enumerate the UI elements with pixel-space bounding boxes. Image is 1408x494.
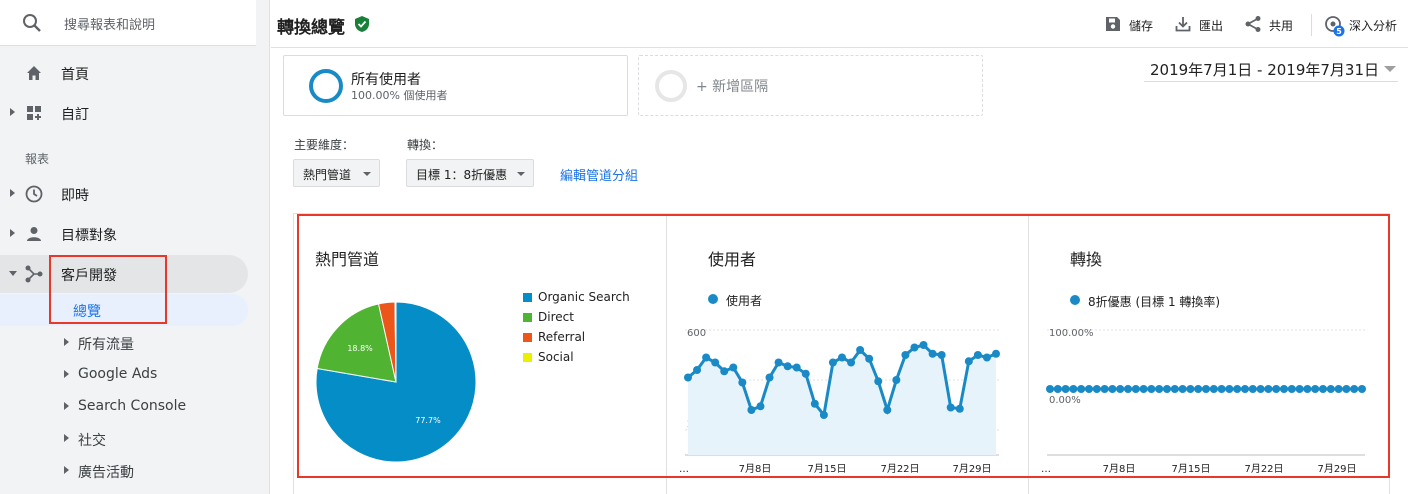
save-icon — [1106, 17, 1120, 31]
highlight-box-sidebar — [49, 255, 167, 324]
collapse-caret-icon — [9, 271, 17, 276]
expand-caret-icon — [64, 434, 69, 442]
dropdown-arrow-icon — [363, 172, 371, 176]
sidebar-label-google-ads: Google Ads — [78, 366, 158, 382]
save-button[interactable]: 儲存 — [1104, 15, 1159, 35]
segment-all-users[interactable]: 所有使用者 100.00% 個使用者 — [283, 55, 628, 116]
sidebar-item-all-traffic[interactable]: 所有流量 — [0, 327, 256, 357]
date-range-picker[interactable]: 2019年7月1日 - 2019年7月31日 — [1144, 57, 1398, 82]
edit-channel-grouping-link[interactable]: 編輯管道分組 — [560, 165, 638, 184]
share-icon — [1245, 16, 1261, 32]
sidebar-label-audience: 目標對象 — [61, 228, 117, 244]
sidebar-item-audience[interactable]: 目標對象 — [0, 216, 256, 252]
primary-dimension-label: 主要維度： — [294, 138, 355, 152]
add-segment-label: + 新增區隔 — [696, 79, 769, 95]
expand-caret-icon — [10, 229, 15, 237]
dropdown-arrow-icon — [1384, 66, 1396, 72]
expand-caret-icon — [10, 108, 15, 116]
search-icon — [23, 14, 41, 32]
insights-button[interactable]: 5 深入分析 — [1324, 15, 1404, 37]
sidebar-label-all-traffic: 所有流量 — [78, 337, 134, 353]
conversion-label: 轉換： — [407, 138, 444, 152]
primary-dimension-value: 熱門管道 — [303, 168, 352, 182]
sidebar-item-google-ads[interactable]: Google Ads — [0, 359, 256, 389]
segment-name: 所有使用者 — [351, 72, 421, 88]
sidebar-label-search-console: Search Console — [78, 398, 187, 414]
save-label: 儲存 — [1129, 19, 1154, 33]
sidebar-label-custom: 自訂 — [61, 107, 89, 123]
expand-caret-icon — [64, 466, 69, 474]
add-segment-button[interactable]: + 新增區隔 — [638, 55, 983, 116]
sidebar-label-social: 社交 — [78, 433, 106, 449]
conversion-select[interactable]: 目標 1：8折優惠 — [406, 159, 534, 187]
person-icon — [27, 227, 41, 241]
sidebar-label-home: 首頁 — [61, 67, 89, 83]
clock-icon — [25, 185, 43, 203]
page-title: 轉換總覽 — [277, 18, 345, 38]
expand-caret-icon — [64, 402, 69, 410]
sidebar-label-campaigns: 廣告活動 — [78, 465, 134, 481]
insights-badge: 5 — [1336, 27, 1342, 36]
acquisition-icon — [25, 265, 43, 283]
dashboard-icon — [27, 106, 41, 120]
search-placeholder: 搜尋報表和說明 — [64, 18, 156, 33]
sidebar-item-realtime[interactable]: 即時 — [0, 176, 256, 212]
expand-caret-icon — [64, 338, 69, 346]
insights-icon: 5 — [1325, 16, 1345, 37]
reports-section-label: 報表 — [25, 152, 50, 166]
sidebar-item-home[interactable]: 首頁 — [0, 55, 256, 91]
sidebar-item-campaigns[interactable]: 廣告活動 — [0, 455, 256, 485]
segment-ring-icon — [309, 69, 343, 103]
header-bar: 轉換總覽 儲存 匯出 共用 5 深入分析 — [271, 0, 1408, 48]
export-label: 匯出 — [1199, 19, 1224, 33]
conversion-value: 目標 1：8折優惠 — [416, 168, 508, 182]
home-icon — [27, 66, 41, 80]
sidebar-item-search-console[interactable]: Search Console — [0, 391, 256, 421]
segment-percentage: 100.00% 個使用者 — [351, 89, 448, 102]
toolbar-divider — [1311, 14, 1312, 36]
sidebar-label-realtime: 即時 — [61, 188, 89, 204]
insights-label: 深入分析 — [1349, 19, 1398, 33]
sidebar: 搜尋報表和說明 首頁 自訂 報表 即時 目標對象 客戶開發 總覽 所有流量 Go… — [0, 0, 270, 494]
download-icon — [1175, 17, 1191, 32]
empty-segment-ring-icon — [655, 70, 687, 102]
sidebar-item-social[interactable]: 社交 — [0, 423, 256, 453]
dropdown-arrow-icon — [517, 172, 525, 176]
verified-shield-icon — [355, 16, 369, 32]
expand-caret-icon — [64, 370, 69, 378]
share-label: 共用 — [1269, 19, 1294, 33]
highlight-box-charts — [297, 214, 1390, 478]
primary-dimension-select[interactable]: 熱門管道 — [293, 159, 380, 187]
share-button[interactable]: 共用 — [1244, 15, 1299, 35]
search-box[interactable]: 搜尋報表和說明 — [0, 0, 256, 46]
export-button[interactable]: 匯出 — [1174, 15, 1229, 35]
date-range-text: 2019年7月1日 - 2019年7月31日 — [1150, 61, 1380, 79]
sidebar-item-custom[interactable]: 自訂 — [0, 95, 256, 131]
expand-caret-icon — [10, 189, 15, 197]
